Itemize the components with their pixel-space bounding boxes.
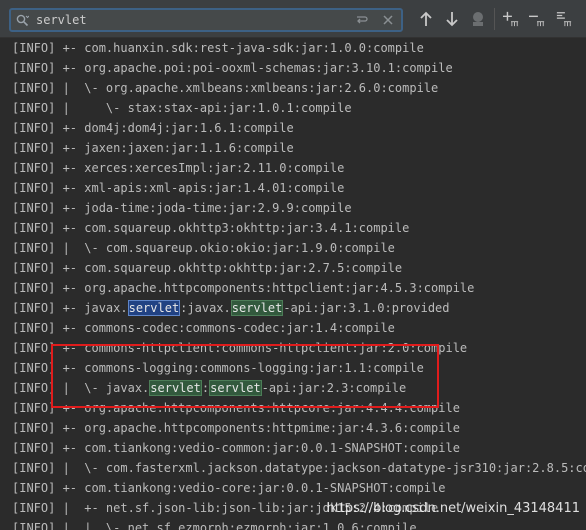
up-arrow-icon[interactable] [418,10,434,28]
log-line: [INFO] | | \- net.sf.ezmorph:ezmorph:jar… [12,521,417,530]
console-output[interactable]: [INFO] +- com.huanxin.sdk:rest-java-sdk:… [0,38,586,530]
log-line: [INFO] +- xml-apis:xml-apis:jar:1.4.01:c… [12,181,345,195]
search-field[interactable] [9,8,403,32]
log-line: [INFO] | \- stax:stax-api:jar:1.0.1:comp… [12,101,352,115]
log-line: [INFO] +- jaxen:jaxen:jar:1.1.6:compile [12,141,294,155]
search-icon[interactable] [16,14,29,27]
log-line: [INFO] +- javax.servlet:javax.servlet-ap… [12,300,450,316]
search-match: servlet [230,300,284,316]
log-line: [INFO] | \- com.squareup.okio:okio:jar:1… [12,241,395,255]
regex-icon[interactable] [355,13,369,27]
log-line: [INFO] +- dom4j:dom4j:jar:1.6.1:compile [12,121,294,135]
log-line: [INFO] +- joda-time:joda-time:jar:2.9.9:… [12,201,352,215]
select-all-occurrences-icon[interactable] [556,10,572,28]
watermark: https://blog.csdn.net/weixin_43148411 [326,501,580,516]
log-line: [INFO] +- com.squareup.okhttp:okhttp:jar… [12,261,403,275]
log-line: [INFO] +- xerces:xercesImpl:jar:2.11.0:c… [12,161,345,175]
log-line: [INFO] | \- com.fasterxml.jackson.dataty… [12,461,586,475]
add-occurrence-icon[interactable] [503,10,519,28]
close-icon[interactable] [381,13,395,27]
log-line: [INFO] +- org.apache.poi:poi-ooxml-schem… [12,61,453,75]
log-line: [INFO] +- org.apache.httpcomponents:http… [12,281,475,295]
filter-icon[interactable] [470,10,486,28]
down-arrow-icon[interactable] [444,10,460,28]
remove-occurrence-icon[interactable] [529,10,545,28]
log-line: [INFO] +- com.tiankong:vedio-core:jar:0.… [12,481,446,495]
search-input[interactable] [36,11,356,29]
toolbar-separator [494,8,495,30]
log-line: [INFO] +- org.apache.httpcomponents:http… [12,421,460,435]
find-toolbar [0,0,586,38]
selected-search-match: servlet [127,300,181,316]
annotation-box [51,344,439,408]
log-line: [INFO] +- com.huanxin.sdk:rest-java-sdk:… [12,41,424,55]
log-line: [INFO] +- commons-codec:commons-codec:ja… [12,321,395,335]
log-line: [INFO] +- com.squareup.okhttp3:okhttp:ja… [12,221,410,235]
log-line: [INFO] +- com.tiankong:vedio-common:jar:… [12,441,460,455]
log-line: [INFO] | \- org.apache.xmlbeans:xmlbeans… [12,81,439,95]
